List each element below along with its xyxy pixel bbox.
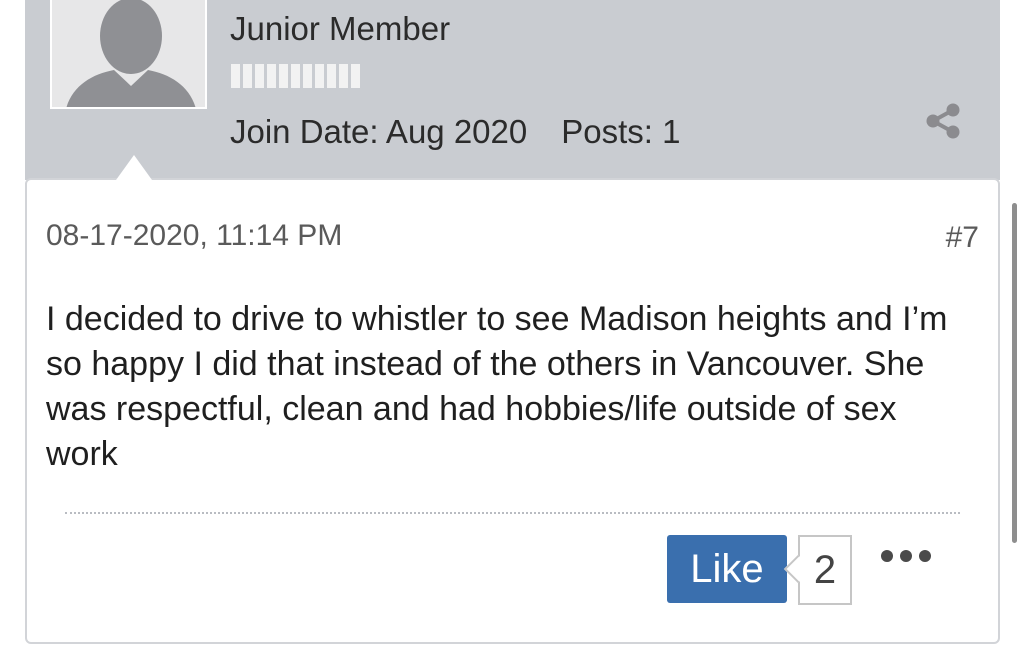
like-button[interactable]: Like: [667, 535, 787, 603]
reputation-bar: [231, 64, 360, 88]
post-date: 08-17-2020, 11:14 PM: [46, 219, 343, 252]
reputation-segment: [255, 64, 264, 88]
card-notch: [116, 155, 152, 180]
reputation-segment: [351, 64, 360, 88]
reputation-segment: [315, 64, 324, 88]
post-permalink[interactable]: #7: [946, 221, 979, 255]
reputation-segment: [267, 64, 276, 88]
like-count: 2: [798, 535, 852, 605]
scrollbar[interactable]: [1012, 203, 1017, 543]
reputation-segment: [291, 64, 300, 88]
user-rank: Junior Member: [230, 10, 451, 47]
reputation-segment: [231, 64, 240, 88]
user-stats: Join Date: Aug 2020 Posts: 1: [230, 113, 680, 151]
reputation-segment: [279, 64, 288, 88]
reputation-segment: [303, 64, 312, 88]
more-options-icon[interactable]: [878, 546, 934, 566]
post-count: Posts: 1: [561, 113, 681, 150]
share-icon[interactable]: [924, 103, 962, 139]
join-date: Join Date: Aug 2020: [230, 113, 528, 150]
reputation-segment: [339, 64, 348, 88]
reputation-segment: [327, 64, 336, 88]
reputation-segment: [243, 64, 252, 88]
user-avatar[interactable]: [50, 0, 207, 109]
default-avatar-icon: [52, 0, 205, 107]
post-body: I decided to drive to whistler to see Ma…: [46, 300, 948, 473]
post-divider: [65, 512, 960, 514]
forum-post-page: Junior Member Join Date: Aug 2020 Posts: …: [0, 0, 1024, 651]
